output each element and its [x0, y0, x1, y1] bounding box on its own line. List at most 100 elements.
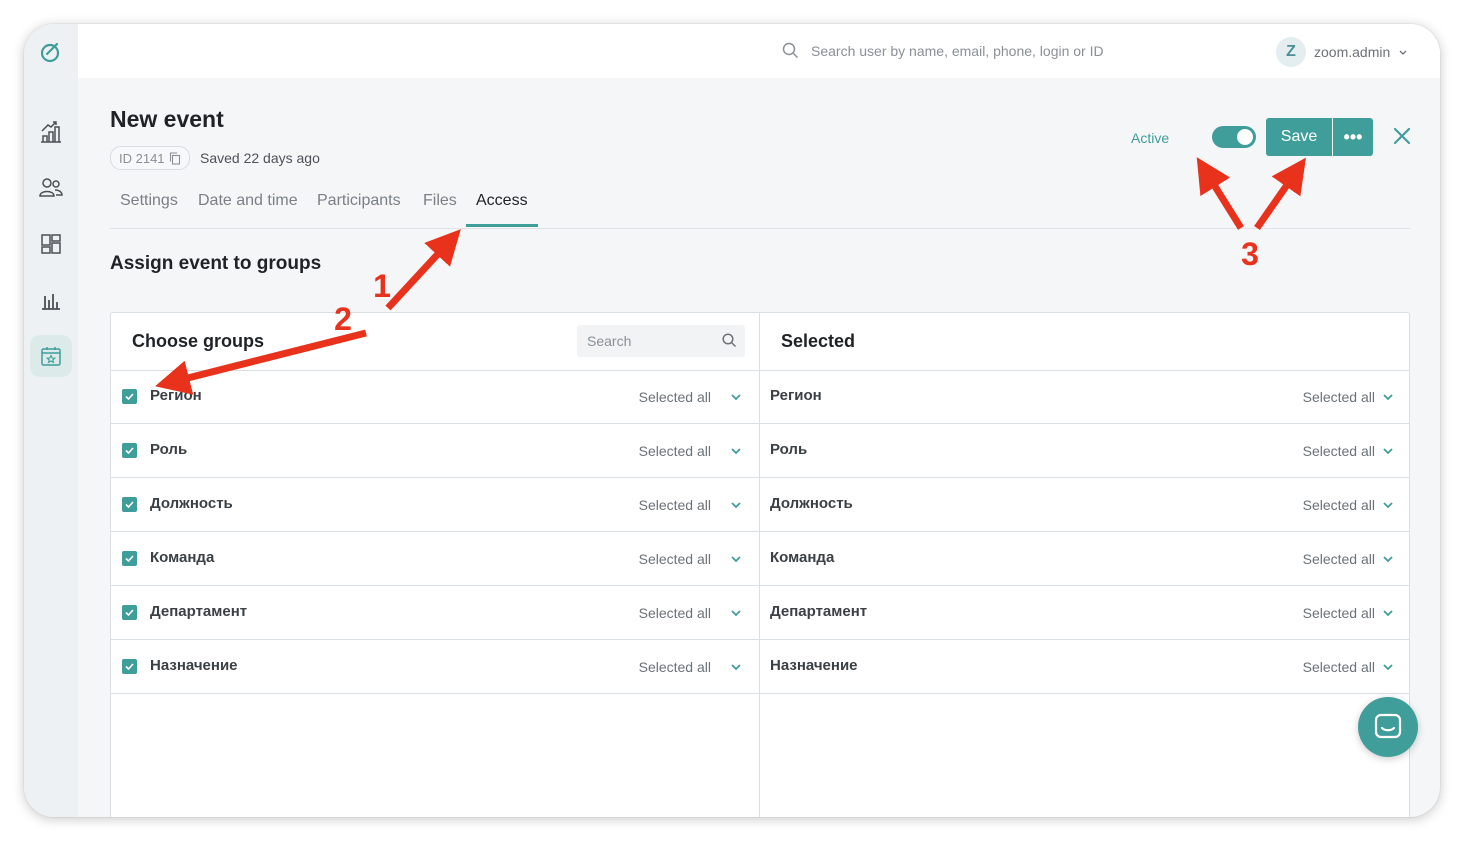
group-label: Регион: [150, 387, 202, 404]
user-menu[interactable]: Z zoom.admin: [1276, 37, 1408, 67]
selected-row-assignment[interactable]: Назначение Selected all: [760, 640, 1409, 694]
tab-participants[interactable]: Participants: [317, 192, 401, 210]
active-status-label: Active: [1131, 130, 1170, 146]
logo-icon[interactable]: [37, 38, 65, 66]
groups-panel: Choose groups Регион Selected all Роль S…: [110, 312, 1410, 817]
group-selection-status: Selected all: [638, 497, 711, 513]
app-window: Search user by name, email, phone, login…: [24, 24, 1440, 817]
group-selection-status: Selected all: [638, 443, 711, 459]
avatar[interactable]: Z: [1276, 37, 1306, 67]
selected-group-status: Selected all: [1302, 389, 1375, 405]
selected-group-label: Команда: [770, 549, 835, 566]
user-search[interactable]: Search user by name, email, phone, login…: [782, 42, 1104, 59]
save-button[interactable]: Save: [1266, 118, 1332, 156]
group-label: Должность: [150, 495, 233, 512]
checkmark-icon: [125, 663, 134, 671]
selected-group-label: Департамент: [770, 603, 868, 620]
chevron-down-icon[interactable]: [1381, 552, 1395, 566]
group-row-department[interactable]: Департамент Selected all: [111, 586, 759, 640]
group-row-role[interactable]: Роль Selected all: [111, 424, 759, 478]
selected-row-position[interactable]: Должность Selected all: [760, 478, 1409, 532]
user-search-placeholder[interactable]: Search user by name, email, phone, login…: [811, 43, 1104, 59]
active-tab-indicator: [466, 224, 538, 227]
tab-bar: Settings Date and time Participants File…: [110, 190, 1410, 229]
group-checkbox[interactable]: [122, 605, 137, 620]
group-selection-status: Selected all: [638, 551, 711, 567]
chevron-down-icon[interactable]: [729, 552, 743, 566]
tab-access[interactable]: Access: [476, 192, 528, 210]
sidebar-item-reports[interactable]: [37, 286, 65, 314]
event-id-badge[interactable]: ID 2141: [110, 146, 190, 170]
selected-row-team[interactable]: Команда Selected all: [760, 532, 1409, 586]
group-selection-status: Selected all: [638, 389, 711, 405]
chevron-down-icon[interactable]: [1381, 444, 1395, 458]
chevron-down-icon[interactable]: [1398, 47, 1408, 57]
group-label: Команда: [150, 549, 215, 566]
group-row-team[interactable]: Команда Selected all: [111, 532, 759, 586]
group-row-region[interactable]: Регион Selected all: [111, 370, 759, 424]
group-row-assignment[interactable]: Назначение Selected all: [111, 640, 759, 694]
dashboard-icon: [41, 234, 61, 254]
tab-date-and-time[interactable]: Date and time: [198, 192, 298, 210]
checkmark-icon: [125, 393, 134, 401]
chevron-down-icon[interactable]: [1381, 390, 1395, 404]
active-toggle[interactable]: [1212, 126, 1256, 148]
group-search-input[interactable]: [577, 325, 745, 357]
selected-group-status: Selected all: [1302, 497, 1375, 513]
users-icon: [39, 178, 63, 197]
group-checkbox[interactable]: [122, 389, 137, 404]
calendar-star-icon: [41, 347, 61, 366]
selected-group-status: Selected all: [1302, 443, 1375, 459]
top-bar: Search user by name, email, phone, login…: [78, 24, 1440, 78]
chevron-down-icon[interactable]: [729, 498, 743, 512]
growth-chart-icon: [41, 121, 61, 143]
bar-chart-icon: [42, 294, 60, 310]
selected-header: Selected: [760, 313, 1409, 371]
section-title: Assign event to groups: [110, 253, 322, 274]
chevron-down-icon[interactable]: [1381, 660, 1395, 674]
group-label: Департамент: [150, 603, 248, 620]
event-id: ID 2141: [119, 150, 165, 166]
close-button[interactable]: [1390, 124, 1414, 148]
group-checkbox[interactable]: [122, 551, 137, 566]
group-row-position[interactable]: Должность Selected all: [111, 478, 759, 532]
sidebar-item-dashboard[interactable]: [37, 230, 65, 258]
tab-settings[interactable]: Settings: [120, 192, 178, 210]
chevron-down-icon[interactable]: [729, 390, 743, 404]
checkmark-icon: [125, 447, 134, 455]
checkmark-icon: [125, 609, 134, 617]
chevron-down-icon[interactable]: [1381, 606, 1395, 620]
saved-status: Saved 22 days ago: [200, 150, 320, 166]
group-checkbox[interactable]: [122, 497, 137, 512]
selected-group-label: Роль: [770, 441, 808, 458]
group-checkbox[interactable]: [122, 443, 137, 458]
copy-icon[interactable]: [169, 151, 181, 165]
selected-row-region[interactable]: Регион Selected all: [760, 370, 1409, 424]
more-actions-button[interactable]: •••: [1333, 118, 1373, 156]
user-name[interactable]: zoom.admin: [1314, 44, 1390, 60]
group-selection-status: Selected all: [638, 605, 711, 621]
chat-button[interactable]: [1358, 697, 1418, 757]
tab-files[interactable]: Files: [423, 192, 457, 210]
choose-groups-title: Choose groups: [132, 331, 265, 351]
chevron-down-icon[interactable]: [729, 444, 743, 458]
chevron-down-icon[interactable]: [729, 606, 743, 620]
group-checkbox[interactable]: [122, 659, 137, 674]
toggle-knob: [1237, 129, 1253, 145]
selected-row-role[interactable]: Роль Selected all: [760, 424, 1409, 478]
selected-group-status: Selected all: [1302, 551, 1375, 567]
checkmark-icon: [125, 501, 134, 509]
checkmark-icon: [125, 555, 134, 563]
group-selection-status: Selected all: [638, 659, 711, 675]
chevron-down-icon[interactable]: [1381, 498, 1395, 512]
choose-groups-column: Choose groups Регион Selected all Роль S…: [111, 313, 760, 817]
selected-group-label: Должность: [770, 495, 853, 512]
chevron-down-icon[interactable]: [729, 660, 743, 674]
selected-group-status: Selected all: [1302, 605, 1375, 621]
sidebar-item-users[interactable]: [37, 174, 65, 202]
selected-row-department[interactable]: Департамент Selected all: [760, 586, 1409, 640]
sidebar-item-analytics[interactable]: [37, 118, 65, 146]
search-icon: [782, 42, 799, 59]
selected-title: Selected: [781, 331, 856, 351]
sidebar-item-events[interactable]: [30, 335, 72, 377]
